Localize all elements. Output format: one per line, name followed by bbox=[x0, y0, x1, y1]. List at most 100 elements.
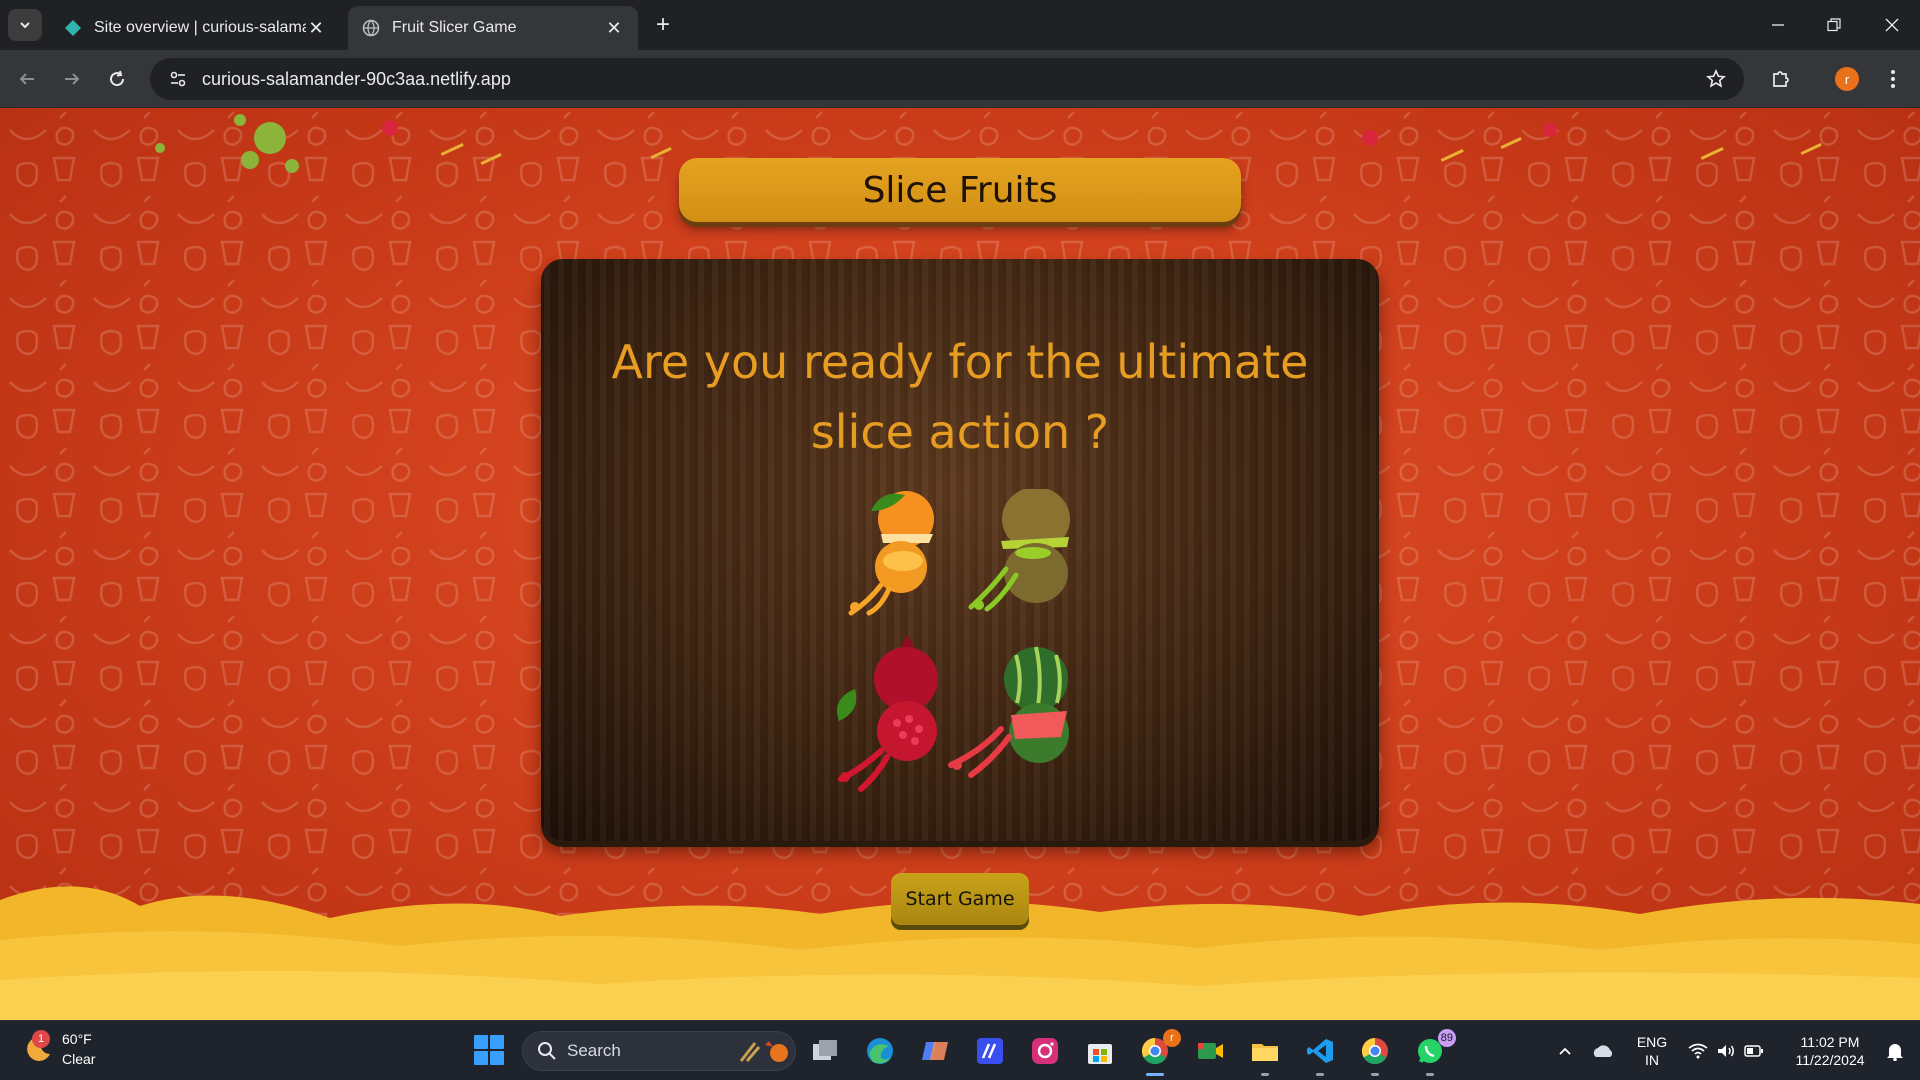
vscode-icon bbox=[1307, 1039, 1333, 1063]
tab-search-button[interactable] bbox=[8, 9, 42, 41]
language-region: IN bbox=[1645, 1052, 1659, 1068]
search-icon bbox=[538, 1042, 556, 1060]
whatsapp-unread-badge: 89 bbox=[1437, 1029, 1456, 1047]
clock-time: 11:02 PM bbox=[1800, 1034, 1860, 1050]
editor-app[interactable] bbox=[970, 1031, 1010, 1071]
chrome-menu-button[interactable] bbox=[1876, 62, 1910, 96]
browser-toolbar: curious-salamander-90c3aa.netlify.app r bbox=[0, 50, 1920, 108]
minimize-button[interactable] bbox=[1750, 0, 1806, 50]
file-explorer-app[interactable] bbox=[1245, 1031, 1285, 1076]
windows-taskbar: 1 60°F Clear Search r 89 ENG IN 11:02 PM… bbox=[0, 1020, 1920, 1080]
back-button[interactable] bbox=[10, 62, 44, 96]
pomegranate-icon bbox=[837, 635, 938, 792]
start-game-button[interactable]: Start Game bbox=[891, 873, 1029, 925]
active-indicator bbox=[1146, 1073, 1164, 1076]
close-tab-icon[interactable]: ✕ bbox=[306, 18, 326, 38]
notifications-button[interactable] bbox=[1880, 1021, 1910, 1080]
minimize-icon bbox=[1772, 24, 1784, 26]
folder-icon bbox=[1252, 1044, 1278, 1061]
netlify-icon bbox=[65, 20, 81, 36]
intro-panel: Are you ready for the ultimate slice act… bbox=[541, 259, 1379, 841]
search-label: Search bbox=[567, 1041, 621, 1060]
chevron-up-icon bbox=[1559, 1047, 1571, 1055]
language-code: ENG bbox=[1636, 1034, 1668, 1050]
running-indicator bbox=[1316, 1073, 1324, 1076]
bell-icon bbox=[1887, 1044, 1903, 1061]
globe-icon bbox=[362, 19, 380, 37]
tab-fruit-slicer[interactable]: Fruit Slicer Game ✕ bbox=[348, 6, 638, 50]
cloud-icon bbox=[1593, 1045, 1613, 1057]
taskbar-search[interactable]: Search bbox=[522, 1031, 796, 1071]
puzzle-icon bbox=[1773, 71, 1789, 87]
edge-icon bbox=[867, 1038, 893, 1064]
browser-tab-strip: Site overview | curious-salaman ✕ Fruit … bbox=[0, 0, 1920, 50]
microsoft-store-app[interactable] bbox=[1080, 1031, 1120, 1071]
arrow-right-icon bbox=[65, 73, 80, 85]
new-tab-button[interactable]: + bbox=[648, 10, 678, 40]
extensions-button[interactable] bbox=[1764, 62, 1798, 96]
quick-settings-button[interactable] bbox=[1684, 1021, 1768, 1080]
copilot-app[interactable] bbox=[915, 1031, 955, 1071]
reload-icon bbox=[110, 70, 125, 87]
forward-button[interactable] bbox=[55, 62, 89, 96]
weather-alert-badge: 1 bbox=[32, 1030, 50, 1048]
instagram-app[interactable] bbox=[1025, 1031, 1065, 1071]
profile-button[interactable]: r bbox=[1830, 62, 1864, 96]
chrome-profile-app[interactable] bbox=[1355, 1031, 1395, 1076]
close-window-button[interactable] bbox=[1864, 0, 1920, 50]
vscode-app[interactable] bbox=[1300, 1031, 1340, 1076]
tune-icon bbox=[170, 71, 186, 87]
tab-title: Site overview | curious-salaman bbox=[94, 19, 306, 36]
battery-icon bbox=[1744, 1045, 1763, 1057]
kiwi-icon bbox=[968, 489, 1070, 612]
restore-button[interactable] bbox=[1806, 0, 1862, 50]
reload-button[interactable] bbox=[100, 62, 134, 96]
windows-logo-icon bbox=[474, 1035, 488, 1049]
more-vert-icon bbox=[1891, 70, 1895, 88]
weather-temperature: 60°F bbox=[62, 1031, 92, 1047]
game-page: Slice Fruits Are you ready for the ultim… bbox=[0, 108, 1920, 1020]
chevron-down-icon bbox=[20, 22, 30, 29]
avatar: r bbox=[1835, 67, 1859, 91]
running-indicator bbox=[1261, 1073, 1269, 1076]
task-view-button[interactable] bbox=[805, 1031, 845, 1071]
url-text[interactable]: curious-salamander-90c3aa.netlify.app bbox=[202, 69, 1696, 90]
running-indicator bbox=[1371, 1073, 1379, 1076]
moon-icon: 1 bbox=[24, 1030, 54, 1064]
autumn-decoration-icon bbox=[739, 1041, 788, 1062]
weather-widget[interactable]: 1 60°F Clear bbox=[24, 1029, 95, 1069]
arrow-left-icon bbox=[19, 73, 34, 85]
tab-site-overview[interactable]: Site overview | curious-salaman ✕ bbox=[50, 6, 340, 50]
meet-app[interactable] bbox=[1190, 1031, 1230, 1071]
start-button[interactable] bbox=[474, 1035, 504, 1065]
task-view-icon bbox=[813, 1040, 837, 1060]
restore-icon bbox=[1827, 18, 1841, 32]
watermelon-icon bbox=[948, 646, 1069, 778]
title-banner: Slice Fruits bbox=[679, 158, 1241, 222]
whatsapp-app[interactable]: 89 bbox=[1410, 1029, 1456, 1076]
video-call-icon bbox=[1198, 1043, 1223, 1059]
show-hidden-icons-button[interactable] bbox=[1550, 1021, 1580, 1080]
copilot-icon bbox=[922, 1042, 948, 1060]
running-indicator bbox=[1426, 1073, 1434, 1076]
onedrive-tray[interactable] bbox=[1588, 1021, 1618, 1080]
pen-app-icon bbox=[977, 1038, 1003, 1064]
wifi-icon bbox=[1688, 1043, 1708, 1059]
orange-icon bbox=[848, 491, 934, 616]
clock-date: 11/22/2024 bbox=[1795, 1052, 1865, 1068]
chrome-profile-badge: r bbox=[1163, 1029, 1181, 1047]
bookmark-button[interactable] bbox=[1696, 58, 1736, 100]
store-icon bbox=[1088, 1044, 1112, 1064]
clock[interactable]: 11:02 PM 11/22/2024 bbox=[1782, 1021, 1878, 1080]
site-info-button[interactable] bbox=[158, 58, 198, 100]
language-indicator[interactable]: ENG IN bbox=[1630, 1021, 1674, 1080]
weather-condition: Clear bbox=[62, 1051, 96, 1067]
edge-app[interactable] bbox=[860, 1031, 900, 1071]
close-tab-icon[interactable]: ✕ bbox=[604, 18, 624, 38]
fruits-illustration bbox=[837, 489, 1070, 792]
intro-question: Are you ready for the ultimate slice act… bbox=[611, 335, 1309, 459]
chrome-app[interactable]: r bbox=[1135, 1029, 1181, 1076]
close-icon bbox=[1885, 18, 1899, 32]
address-bar[interactable]: curious-salamander-90c3aa.netlify.app bbox=[150, 58, 1744, 100]
game-title: Slice Fruits bbox=[862, 169, 1058, 211]
